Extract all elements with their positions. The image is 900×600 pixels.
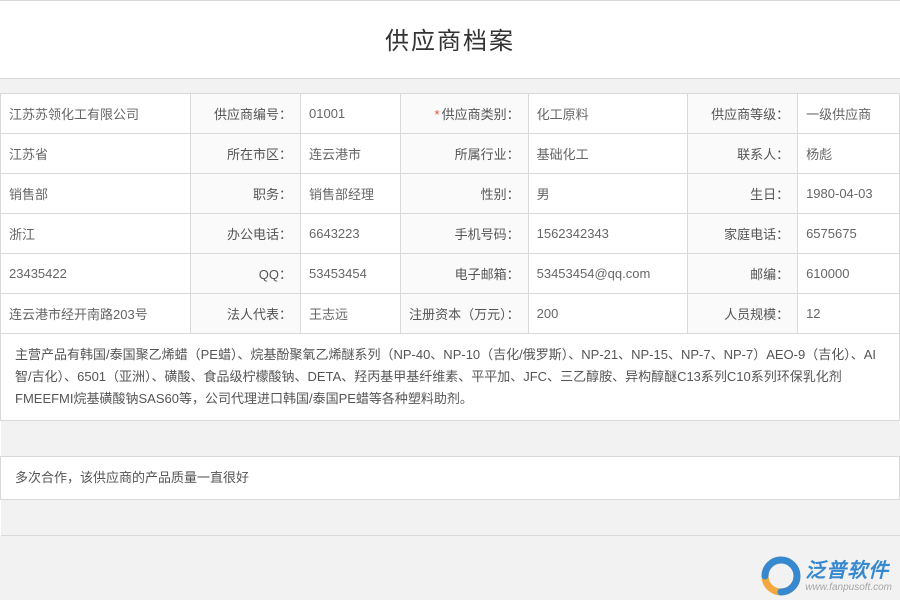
field-value: 连云港市经开南路203号	[1, 294, 191, 334]
field-label-text: 联系人：	[737, 147, 789, 162]
field-value: 基础化工	[528, 134, 687, 174]
field-value: 浙江	[1, 214, 191, 254]
field-label-text: 家庭电话：	[724, 227, 789, 242]
field-value: 01001	[301, 94, 401, 134]
spacer-row	[1, 421, 900, 457]
field-label-text: 手机号码：	[455, 227, 520, 242]
field-value: 1562342343	[528, 214, 687, 254]
table-row: 江苏苏领化工有限公司供应商编号：01001*供应商类别：化工原料供应商等级：一级…	[1, 94, 900, 134]
field-value: 6575675	[798, 214, 900, 254]
field-label-text: 供应商类别：	[442, 107, 520, 122]
field-label: *供应商类别：	[401, 94, 529, 134]
table-row: 江苏省 所在市区： 连云港市 所属行业： 基础化工 联系人： 杨彪	[1, 134, 900, 174]
table-row: 销售部 职务： 销售部经理 性别： 男 生日： 1980-04-03	[1, 174, 900, 214]
field-label-text: 职务：	[253, 187, 292, 202]
field-value: 杨彪	[798, 134, 900, 174]
remark-row: 多次合作，该供应商的产品质量一直很好	[1, 457, 900, 500]
field-label-text: 生日：	[750, 187, 789, 202]
field-value: 销售部	[1, 174, 191, 214]
field-label: 家庭电话：	[688, 214, 798, 254]
field-label: 人员规模：	[688, 294, 798, 334]
spacer-row	[1, 500, 900, 536]
supplier-form-table: 江苏苏领化工有限公司供应商编号：01001*供应商类别：化工原料供应商等级：一级…	[0, 93, 900, 536]
field-label: 办公电话：	[191, 214, 301, 254]
field-value: 610000	[798, 254, 900, 294]
field-label-text: 电子邮箱：	[455, 267, 520, 282]
field-label-text: 人员规模：	[724, 307, 789, 322]
field-label-text: 所属行业：	[455, 147, 520, 162]
field-value: 销售部经理	[301, 174, 401, 214]
table-row: 连云港市经开南路203号 法人代表： 王志远注册资本（万元）： 200 人员规模： 12	[1, 294, 900, 334]
field-value: 化工原料	[528, 94, 687, 134]
required-marker: *	[435, 107, 440, 122]
field-value: 12	[798, 294, 900, 334]
table-row: 浙江 办公电话： 6643223 手机号码： 1562342343 家庭电话： 657567…	[1, 214, 900, 254]
field-value: 一级供应商	[798, 94, 900, 134]
field-label: 生日：	[688, 174, 798, 214]
field-value: 200	[528, 294, 687, 334]
field-value: 江苏苏领化工有限公司	[1, 94, 191, 134]
field-value: 53453454@qq.com	[528, 254, 687, 294]
field-value: 1980-04-03	[798, 174, 900, 214]
field-label: 供应商等级：	[688, 94, 798, 134]
field-label: 手机号码：	[401, 214, 529, 254]
field-value: 男	[528, 174, 687, 214]
main-products-row: 主营产品有韩国/泰国聚乙烯蜡（PE蜡）、烷基酚聚氧乙烯醚系列（NP-40、NP-…	[1, 334, 900, 421]
field-label-text: QQ：	[259, 267, 292, 282]
field-value: 6643223	[301, 214, 401, 254]
field-label: 联系人：	[688, 134, 798, 174]
field-label: 注册资本（万元）：	[401, 294, 529, 334]
watermark-url: www.fanpusoft.com	[805, 582, 892, 593]
field-label: 电子邮箱：	[401, 254, 529, 294]
field-label-text: 性别：	[481, 187, 520, 202]
remark-text: 多次合作，该供应商的产品质量一直很好	[1, 457, 900, 500]
watermark-company: 泛普软件	[805, 560, 892, 582]
page-title: 供应商档案	[0, 0, 900, 79]
field-label: QQ：	[191, 254, 301, 294]
field-label: 所在市区：	[191, 134, 301, 174]
field-value: 江苏省	[1, 134, 191, 174]
field-label: 供应商编号：	[191, 94, 301, 134]
field-value: 53453454	[301, 254, 401, 294]
field-label-text: 所在市区：	[227, 147, 292, 162]
field-label: 邮编：	[688, 254, 798, 294]
field-value: 23435422	[1, 254, 191, 294]
field-value: 王志远	[301, 294, 401, 334]
field-label-text: 办公电话：	[227, 227, 292, 242]
field-label-text: 注册资本（万元）：	[409, 307, 520, 322]
fanpu-logo-icon	[761, 556, 801, 596]
field-label-text: 邮编：	[750, 267, 789, 282]
field-label-text: 法人代表：	[227, 307, 292, 322]
table-row: 23435422 QQ： 53453454 电子邮箱： 53453454@qq.com 邮…	[1, 254, 900, 294]
field-label: 法人代表：	[191, 294, 301, 334]
main-products-text: 主营产品有韩国/泰国聚乙烯蜡（PE蜡）、烷基酚聚氧乙烯醚系列（NP-40、NP-…	[1, 334, 900, 421]
field-label: 性别：	[401, 174, 529, 214]
field-label: 职务：	[191, 174, 301, 214]
field-value: 连云港市	[301, 134, 401, 174]
field-label-text: 供应商编号：	[214, 107, 292, 122]
field-label: 所属行业：	[401, 134, 529, 174]
field-label-text: 供应商等级：	[711, 107, 789, 122]
watermark-logo: 泛普软件 www.fanpusoft.com	[761, 556, 892, 596]
